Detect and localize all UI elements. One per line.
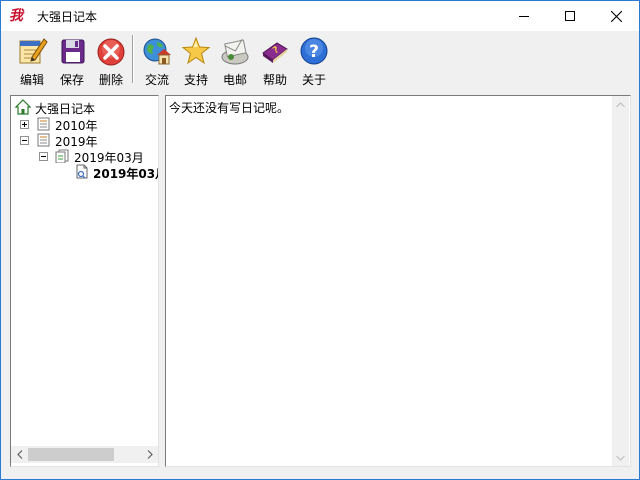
save-icon [61,39,85,64]
year-folder-icon [37,133,50,147]
delete-icon [97,38,125,66]
email-label: 电邮 [222,73,247,87]
toolbar-separator [132,35,134,83]
tree-root-label: 大强日记本 [35,102,96,116]
support-button[interactable]: 支持 [177,35,215,87]
tree-item-2019[interactable]: 2019年 [20,132,120,149]
close-icon [610,10,622,22]
star-icon [181,36,211,65]
app-window: 我 大强日记本 编辑 保存 删除 交流 支持 电邮 ? 帮助 ? 关于 大强日记… [0,0,640,480]
delete-label: 删除 [98,73,123,87]
email-button[interactable]: 电邮 [216,35,254,87]
about-button[interactable]: ? 关于 [295,35,333,87]
app-logo-icon: 我 [9,7,27,25]
tree-item-2010[interactable]: 2010年 [20,116,120,133]
collapse-icon[interactable] [20,136,29,145]
diary-editor[interactable]: 今天还没有写日记呢。 [165,95,631,467]
delete-button[interactable]: 删除 [92,35,130,87]
maximize-button[interactable] [547,1,593,31]
community-button[interactable]: 交流 [138,35,176,87]
save-button[interactable]: 保存 [53,35,91,87]
about-label: 关于 [301,73,326,87]
scroll-down-button[interactable] [612,449,629,466]
expand-icon[interactable] [20,120,29,129]
collapse-icon[interactable] [39,152,48,161]
edit-button[interactable]: 编辑 [13,35,51,87]
window-title: 大强日记本 [37,10,98,24]
chevron-up-icon [616,101,625,107]
scroll-thumb[interactable] [28,448,114,461]
editor-content[interactable]: 今天还没有写日记呢。 [169,99,289,116]
maximize-icon [565,11,575,21]
tree-entry-label: 2019年03月 [93,167,158,180]
chevron-left-icon [16,450,22,459]
tree-item-2019-03[interactable]: 2019年03月 [39,148,149,165]
app-logo-glyph: 我 [9,8,23,24]
editor-vertical-scrollbar[interactable] [612,96,629,466]
help-label: 帮助 [262,73,287,87]
question-icon: ? [300,37,328,65]
community-label: 交流 [144,73,169,87]
home-icon [15,99,31,115]
help-book-icon: ? [262,42,288,63]
svg-text:?: ? [309,42,319,62]
globe-home-icon [143,38,171,65]
mail-icon [221,39,249,65]
help-button[interactable]: ? 帮助 [256,35,294,87]
edit-icon [19,38,48,64]
chevron-down-icon [616,455,625,461]
toolbar: 编辑 保存 删除 交流 支持 电邮 ? 帮助 ? 关于 [1,31,639,91]
scroll-up-button[interactable] [612,96,629,113]
scroll-left-button[interactable] [11,446,28,463]
scroll-right-button[interactable] [141,446,158,463]
minimize-icon [519,16,529,17]
chevron-right-icon [147,450,153,459]
title-bar[interactable]: 我 大强日记本 [1,1,639,31]
tree-horizontal-scrollbar[interactable] [11,446,158,463]
minimize-button[interactable] [501,1,547,31]
month-pages-icon [55,149,69,163]
close-button[interactable] [593,1,639,31]
edit-label: 编辑 [19,73,44,87]
tree-item-entry[interactable]: 2019年03月 [75,164,158,180]
diary-tree[interactable]: 大强日记本 2010年 2019年 2019年03月 2019年03 [10,95,159,467]
save-label: 保存 [59,73,84,87]
diary-entry-icon [76,164,88,179]
year-folder-icon [37,117,50,131]
support-label: 支持 [183,73,208,87]
